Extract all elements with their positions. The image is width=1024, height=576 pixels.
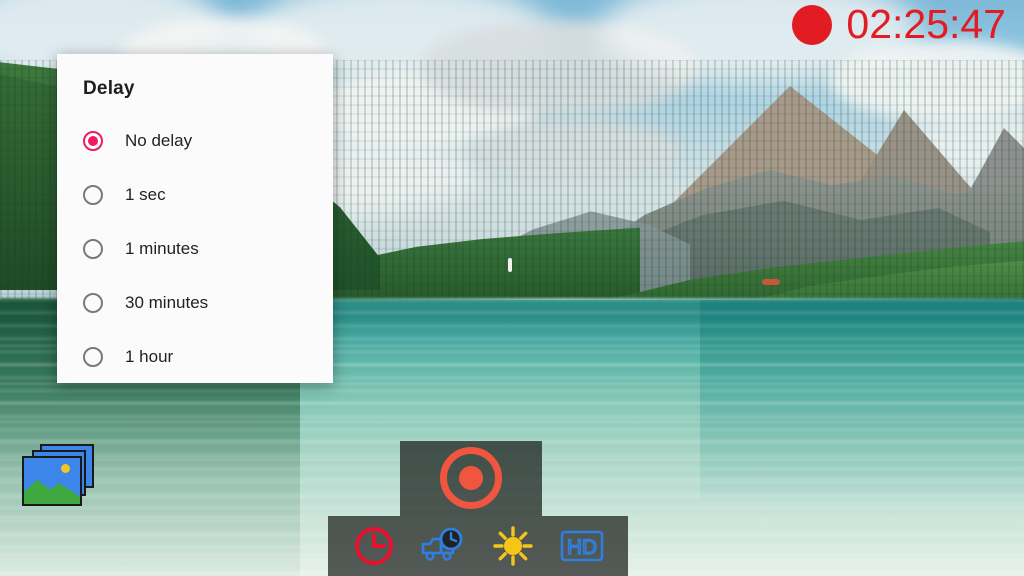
tool-row: HD [328, 516, 628, 576]
record-button[interactable] [440, 447, 502, 509]
recording-timer: 02:25:47 [792, 4, 1006, 45]
delay-option-label: 30 minutes [125, 293, 209, 312]
delay-option-1-hour[interactable]: 1 hour [57, 330, 333, 384]
brightness-button[interactable] [489, 522, 537, 570]
radio-button-icon[interactable] [83, 131, 103, 151]
radio-button-icon[interactable] [83, 347, 103, 367]
delay-option-label: 1 minutes [125, 239, 199, 258]
delay-option-label: 1 sec [125, 185, 166, 204]
svg-text:HD: HD [567, 536, 597, 559]
record-circle-icon [459, 466, 483, 490]
app-root: 02:25:47 Delay No delay 1 sec 1 minutes … [0, 0, 1024, 576]
radio-button-icon[interactable] [83, 185, 103, 205]
boat [762, 279, 780, 285]
gallery-photos-icon [22, 456, 82, 506]
delay-option-label: No delay [125, 131, 193, 150]
radio-button-icon[interactable] [83, 293, 103, 313]
delay-option-1-sec[interactable]: 1 sec [57, 168, 333, 222]
delay-option-list: No delay 1 sec 1 minutes 30 minutes 1 ho… [57, 114, 333, 384]
hd-icon: HD [561, 530, 604, 562]
clock-icon [354, 527, 393, 565]
delay-option-30-minutes[interactable]: 30 minutes [57, 276, 333, 330]
delay-dialog: Delay No delay 1 sec 1 minutes 30 minute… [57, 54, 333, 383]
gallery-button[interactable] [22, 444, 94, 506]
time-lapse-button[interactable] [419, 522, 467, 570]
dialog-title: Delay [83, 78, 135, 99]
record-dot-icon [792, 4, 833, 45]
delay-timer-button[interactable] [350, 522, 398, 570]
sun-icon [61, 464, 70, 473]
truck-clock-icon [421, 527, 463, 561]
elapsed-time-label: 02:25:47 [846, 1, 1006, 47]
mountain-icon [24, 479, 80, 504]
video-quality-button[interactable]: HD [558, 522, 606, 570]
sailboat [508, 258, 512, 272]
delay-option-1-minutes[interactable]: 1 minutes [57, 222, 333, 276]
delay-option-no-delay[interactable]: No delay [57, 114, 333, 168]
radio-button-icon[interactable] [83, 239, 103, 259]
delay-option-label: 1 hour [125, 347, 174, 366]
sun-icon [493, 526, 533, 566]
